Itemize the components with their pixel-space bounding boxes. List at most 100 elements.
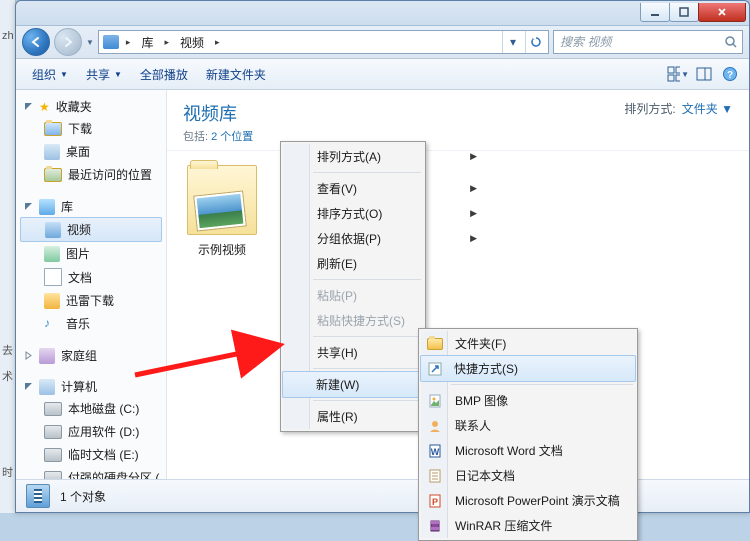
star-icon: ★ — [39, 100, 50, 114]
tree-item-drive-e[interactable]: 临时文档 (E:) — [16, 443, 166, 466]
tree-label: 家庭组 — [61, 347, 97, 364]
toolbar: 组织▼ 共享▼ 全部播放 新建文件夹 ▼ ? — [16, 59, 749, 90]
tree-homegroup[interactable]: 家庭组 — [16, 345, 166, 366]
maximize-button[interactable] — [669, 3, 699, 22]
collapse-icon[interactable] — [24, 202, 33, 211]
ctx-item-sortby[interactable]: 排序方式(O) — [283, 201, 485, 226]
library-icon — [103, 35, 119, 49]
search-box[interactable] — [553, 30, 743, 54]
picture-library-icon — [44, 246, 60, 262]
tree-item-downloads[interactable]: 下载 — [16, 117, 166, 140]
library-title: 视频库 — [183, 100, 253, 126]
arrange-by: 排列方式: 文件夹 ▼ — [624, 100, 733, 117]
playall-button[interactable]: 全部播放 — [132, 62, 196, 87]
sub-item-journal[interactable]: 日记本文档 — [421, 463, 635, 488]
crumb-root[interactable]: 库 — [135, 31, 159, 53]
ctx-item-arrange[interactable]: 排列方式(A) — [283, 144, 485, 169]
tree-label: 计算机 — [61, 378, 97, 395]
crumb-item[interactable]: 视频 — [174, 31, 210, 53]
preview-pane-button[interactable] — [693, 63, 715, 85]
context-menu: 排列方式(A) 查看(V) 排序方式(O) 分组依据(P) 刷新(E) 粘贴(P… — [280, 141, 426, 432]
tree-label: 收藏夹 — [56, 98, 92, 115]
drive-icon — [44, 425, 62, 439]
view-mode-button[interactable]: ▼ — [667, 63, 689, 85]
arrange-by-value[interactable]: 文件夹 ▼ — [682, 100, 733, 117]
bmp-icon — [427, 393, 443, 409]
expand-icon[interactable] — [24, 351, 33, 360]
status-bar: 1 个对象 — [16, 479, 749, 512]
thunder-icon — [44, 293, 60, 309]
search-input[interactable] — [558, 34, 720, 50]
nav-history-dd[interactable]: ▼ — [86, 38, 94, 47]
address-dd[interactable]: ▾ — [502, 31, 523, 53]
tree-item-drive-d[interactable]: 应用软件 (D:) — [16, 420, 166, 443]
sub-item-folder[interactable]: 文件夹(F) — [421, 331, 635, 356]
tree-item-music[interactable]: ♪音乐 — [16, 312, 166, 335]
nav-back-button[interactable] — [22, 28, 50, 56]
tree-computer[interactable]: 计算机 — [16, 376, 166, 397]
organize-button[interactable]: 组织▼ — [24, 62, 76, 87]
minimize-button[interactable] — [640, 3, 670, 22]
tree-item-desktop[interactable]: 桌面 — [16, 140, 166, 163]
tree-label: 库 — [61, 198, 73, 215]
titlebar[interactable] — [16, 1, 749, 26]
folder-icon — [44, 122, 62, 136]
shortcut-icon — [427, 361, 443, 377]
collapse-icon[interactable] — [24, 102, 33, 111]
share-button[interactable]: 共享▼ — [78, 62, 130, 87]
sub-item-contact[interactable]: 联系人 — [421, 413, 635, 438]
homegroup-icon — [39, 348, 55, 364]
svg-text:P: P — [432, 497, 438, 507]
desktop-icon — [44, 144, 60, 160]
tree-item-drive-f[interactable]: 付强的硬盘分区 ( — [16, 466, 166, 479]
drive-icon — [44, 402, 62, 416]
rar-icon — [427, 518, 443, 534]
tree-item-drive-c[interactable]: 本地磁盘 (C:) — [16, 397, 166, 420]
document-library-icon — [44, 268, 62, 286]
chevron-right-icon[interactable]: ▸ — [212, 37, 223, 48]
sub-item-bmp[interactable]: BMP 图像 — [421, 388, 635, 413]
ctx-item-view[interactable]: 查看(V) — [283, 176, 485, 201]
video-library-icon — [45, 222, 61, 238]
tree-item-recent[interactable]: 最近访问的位置 — [16, 163, 166, 186]
close-button[interactable] — [698, 3, 746, 22]
breadcrumb-bar[interactable]: ▸ 库 ▸ 视频 ▸ ▾ — [98, 30, 549, 54]
nav-tree: ★ 收藏夹 下载 桌面 最近访问的位置 库 视频 图片 文档 迅雷下载 ♪音乐 — [16, 90, 167, 479]
journal-icon — [427, 468, 443, 484]
tree-libraries[interactable]: 库 — [16, 196, 166, 217]
sub-item-powerpoint[interactable]: P Microsoft PowerPoint 演示文稿 — [421, 488, 635, 513]
ctx-item-groupby[interactable]: 分组依据(P) — [283, 226, 485, 251]
help-button[interactable]: ? — [719, 63, 741, 85]
status-text: 1 个对象 — [60, 488, 106, 505]
explorer-window: ▼ ▸ 库 ▸ 视频 ▸ ▾ 组织▼ 共享▼ 全部播放 新建文件夹 ▼ ? — [15, 0, 750, 513]
refresh-button[interactable] — [525, 31, 546, 53]
file-name: 示例视频 — [177, 241, 267, 258]
nav-forward-button[interactable] — [54, 28, 82, 56]
tree-item-pictures[interactable]: 图片 — [16, 242, 166, 265]
tree-item-thunder[interactable]: 迅雷下载 — [16, 289, 166, 312]
background-window-edge: zh 去 术 时 — [0, 0, 16, 513]
search-icon — [724, 35, 738, 49]
sub-item-word[interactable]: W Microsoft Word 文档 — [421, 438, 635, 463]
context-submenu-new: 文件夹(F) 快捷方式(S) BMP 图像 联系人 W Microsoft Wo… — [418, 328, 638, 541]
tree-favorites[interactable]: ★ 收藏夹 — [16, 96, 166, 117]
tree-item-videos[interactable]: 视频 — [20, 217, 162, 242]
svg-text:?: ? — [727, 70, 733, 81]
powerpoint-icon: P — [427, 493, 443, 509]
drive-icon — [44, 471, 62, 480]
includes-link[interactable]: 2 个位置 — [211, 131, 253, 143]
collapse-icon[interactable] — [24, 382, 33, 391]
file-item-sample-videos[interactable]: 示例视频 — [177, 165, 267, 258]
contact-icon — [427, 418, 443, 434]
ctx-item-paste: 粘贴(P) — [283, 283, 485, 308]
chevron-right-icon[interactable]: ▸ — [123, 37, 134, 48]
newfolder-button[interactable]: 新建文件夹 — [198, 62, 274, 87]
computer-icon — [39, 379, 55, 395]
folder-thumbnail — [187, 165, 257, 235]
tree-item-documents[interactable]: 文档 — [16, 265, 166, 289]
sub-item-shortcut[interactable]: 快捷方式(S) — [420, 355, 636, 382]
library-icon — [39, 199, 55, 215]
sub-item-winrar[interactable]: WinRAR 压缩文件 — [421, 513, 635, 538]
ctx-item-refresh[interactable]: 刷新(E) — [283, 251, 485, 276]
chevron-right-icon[interactable]: ▸ — [161, 37, 172, 48]
